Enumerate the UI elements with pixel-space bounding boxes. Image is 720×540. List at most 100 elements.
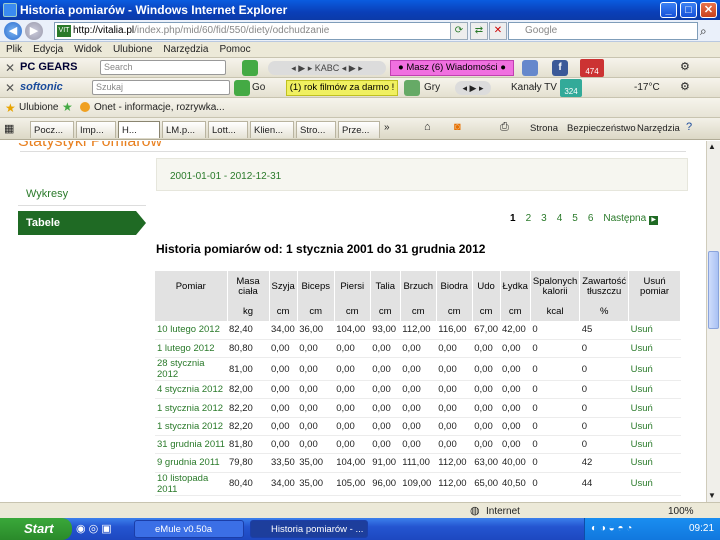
menu-file[interactable]: Plik	[0, 42, 27, 55]
tab-historia[interactable]: H...	[118, 121, 160, 138]
delete-link[interactable]: Usuń	[628, 398, 681, 418]
measurement-date-link[interactable]: 1 stycznia 2012	[155, 398, 227, 418]
delete-link[interactable]: Usuń	[628, 472, 681, 496]
media-player[interactable]: ◂ ▶ ▸	[455, 81, 491, 95]
page-menu[interactable]: Strona	[530, 123, 558, 134]
facebook-icon[interactable]: f	[552, 60, 568, 76]
messages-button[interactable]: ● Masz (6) Wiadomości ●	[390, 60, 514, 76]
delete-link[interactable]: Usuń	[628, 380, 681, 400]
table-cell: 0,00	[297, 435, 335, 455]
go-button[interactable]: Go	[252, 82, 265, 93]
page-link-1[interactable]: 1	[510, 213, 516, 224]
table-cell: 65,00	[472, 472, 501, 496]
wrench-icon[interactable]: ⚙	[680, 60, 690, 73]
measurement-date-link[interactable]: 1 lutego 2012	[155, 339, 227, 359]
delete-link[interactable]: Usuń	[628, 417, 681, 436]
measurement-date-link[interactable]: 10 listopada 2011	[155, 472, 227, 496]
measurement-date-link[interactable]: 4 stycznia 2012	[155, 380, 227, 400]
delete-link[interactable]: Usuń	[628, 321, 681, 340]
tray-icons[interactable]: ◐ ◑ ◒ ◓ ◔	[591, 523, 632, 534]
menu-view[interactable]: Widok	[68, 42, 107, 55]
go-arrows-icon[interactable]: ⇄	[470, 22, 488, 40]
close-toolbar-icon[interactable]: ✕	[5, 81, 15, 95]
channel-badge[interactable]: 324	[560, 79, 582, 97]
print-icon[interactable]: ⎙	[500, 121, 509, 134]
date-range[interactable]: 2001-01-01 - 2012-12-31	[156, 158, 688, 191]
games-button[interactable]: Gry	[424, 82, 440, 93]
go-icon[interactable]	[234, 80, 250, 96]
measurement-date-link[interactable]: 1 stycznia 2012	[155, 417, 227, 436]
minimize-button[interactable]: _	[660, 2, 677, 18]
scroll-up-icon[interactable]: ▲	[708, 142, 716, 151]
games-icon[interactable]	[404, 80, 420, 96]
page-link-4[interactable]: 4	[557, 213, 563, 224]
tab-8[interactable]: Prze...	[338, 121, 380, 138]
start-button[interactable]: Start	[0, 518, 72, 540]
taskbar-task-emule[interactable]: eMule v0.50a	[134, 520, 244, 538]
close-button[interactable]: ✕	[700, 2, 717, 18]
rss-icon[interactable]: ◙	[454, 121, 461, 133]
more-tabs-icon[interactable]: »	[384, 122, 390, 133]
forward-button[interactable]: ▶	[25, 22, 43, 40]
search-input[interactable]: Google	[508, 22, 698, 40]
back-button[interactable]: ◀	[4, 22, 22, 40]
delete-link[interactable]: Usuń	[628, 357, 681, 382]
sidebar-item-charts[interactable]: Wykresy	[18, 180, 146, 206]
tab-7[interactable]: Stro...	[296, 121, 336, 138]
tools-menu[interactable]: Narzędzia	[637, 123, 680, 134]
stop-button[interactable]: ✕	[489, 22, 507, 40]
zoom-level[interactable]: 100%	[668, 506, 694, 517]
menu-favorites[interactable]: Ulubione	[107, 42, 157, 55]
printer-icon[interactable]	[522, 60, 538, 76]
quick-tabs-icon[interactable]: ▦	[4, 122, 14, 135]
col-header: Spalonych kalorii	[530, 271, 581, 302]
pcgears-search-input[interactable]: Search	[100, 60, 226, 75]
softonic-search-input[interactable]: Szukaj	[92, 80, 230, 95]
tab-4[interactable]: LM.p...	[162, 121, 206, 138]
next-page-link[interactable]: Następna	[603, 213, 658, 225]
scroll-thumb[interactable]	[708, 251, 719, 329]
tab-1[interactable]: Pocz...	[30, 121, 74, 138]
page-link-6[interactable]: 6	[588, 213, 594, 224]
table-cell: 0	[530, 339, 580, 359]
page-link-3[interactable]: 3	[541, 213, 547, 224]
address-input[interactable]: VIT http://vitalia.pl/index.php/mid/60/f…	[54, 22, 464, 40]
close-toolbar-icon[interactable]: ✕	[5, 61, 15, 75]
menu-help[interactable]: Pomoc	[213, 42, 255, 55]
wrench-icon[interactable]: ⚙	[680, 80, 690, 93]
sidebar-item-tables[interactable]: Tabele	[18, 211, 146, 235]
tab-5[interactable]: Lott...	[208, 121, 248, 138]
add-favorite-icon[interactable]: ★	[62, 100, 73, 114]
tv-channels-button[interactable]: Kanały TV	[511, 82, 557, 93]
measurement-date-link[interactable]: 10 lutego 2012	[155, 321, 227, 340]
tab-2[interactable]: Imp...	[76, 121, 116, 138]
search-go-icon[interactable]	[242, 60, 258, 76]
measurement-date-link[interactable]: 28 stycznia 2012	[155, 357, 227, 382]
delete-link[interactable]: Usuń	[628, 339, 681, 359]
tab-6[interactable]: Klien...	[250, 121, 294, 138]
refresh-button[interactable]: ⟳	[450, 22, 468, 40]
page-link-2[interactable]: 2	[526, 213, 532, 224]
menu-tools[interactable]: Narzędzia	[157, 42, 213, 55]
page-link-5[interactable]: 5	[572, 213, 578, 224]
delete-link[interactable]: Usuń	[628, 435, 681, 455]
home-icon[interactable]: ⌂	[424, 121, 431, 133]
delete-link[interactable]: Usuń	[628, 453, 681, 473]
scroll-down-icon[interactable]: ▼	[708, 491, 716, 500]
maximize-button[interactable]: □	[680, 2, 697, 18]
search-icon[interactable]: ⌕	[700, 24, 707, 39]
vertical-scrollbar[interactable]: ▲ ▼	[706, 141, 720, 502]
menu-edit[interactable]: Edycja	[27, 42, 68, 55]
favorites-button[interactable]: Ulubione	[19, 102, 58, 113]
measurement-date-link[interactable]: 9 grudnia 2011	[155, 453, 227, 473]
help-icon[interactable]: ?	[686, 121, 692, 133]
radio-player[interactable]: ◂ ▶ ▸ KABC ◂ ▶ ▸	[268, 61, 386, 75]
quick-launch-icons[interactable]: ◉ ◎ ▣	[76, 522, 112, 535]
notification-badge[interactable]: 474	[580, 59, 604, 77]
window-titlebar[interactable]: Historia pomiarów - Windows Internet Exp…	[0, 0, 720, 20]
security-menu[interactable]: Bezpieczeństwo	[567, 123, 636, 134]
favorite-link-onet[interactable]: Onet - informacje, rozrywka...	[94, 102, 225, 113]
taskbar-task-ie[interactable]: Historia pomiarów - ...	[250, 520, 368, 538]
measurement-date-link[interactable]: 31 grudnia 2011	[155, 435, 227, 455]
promo-button[interactable]: (1) rok filmów za darmo !	[286, 80, 398, 96]
